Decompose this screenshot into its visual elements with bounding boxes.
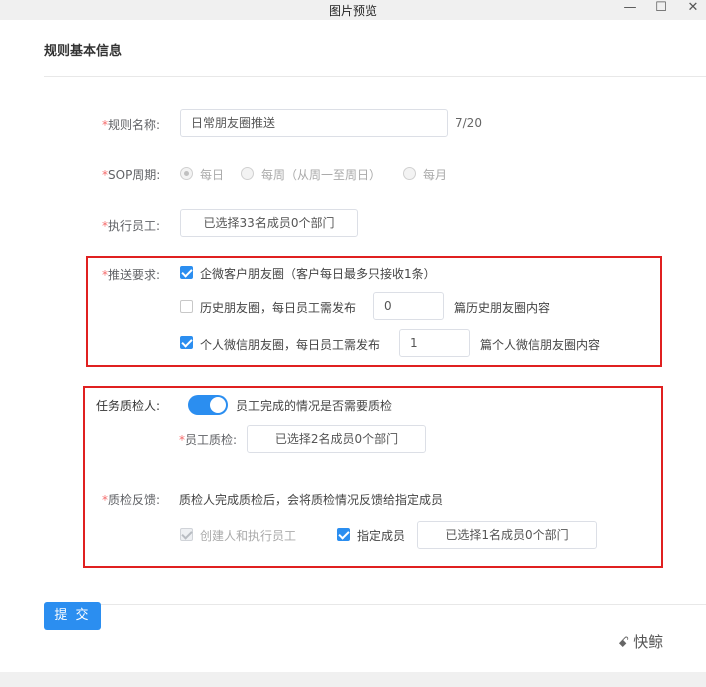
- personal-moments-suffix: 篇个人微信朋友圈内容: [480, 338, 601, 352]
- window-title: 图片预览: [328, 4, 377, 18]
- designated-member-select-button[interactable]: 已选择1名成员0个部门: [417, 521, 597, 549]
- executor-label: *执行员工:: [102, 219, 161, 233]
- push-requirement-label: *推送要求:: [102, 268, 161, 282]
- minimize-button[interactable]: —: [620, 0, 640, 17]
- history-moments-suffix: 篇历史朋友圈内容: [454, 301, 551, 315]
- executor-select-button[interactable]: 已选择33名成员0个部门: [180, 209, 358, 237]
- rule-name-input[interactable]: 日常朋友圈推送: [180, 109, 448, 137]
- rule-name-char-count: 7/20: [455, 116, 482, 130]
- section-title: 规则基本信息: [44, 44, 123, 59]
- rule-name-label: *规则名称:: [102, 118, 161, 132]
- rule-form-panel: 规则基本信息 *规则名称: 日常朋友圈推送 7/20 *SOP周期: 每日 每周…: [0, 20, 706, 672]
- qc-toggle-label: 员工完成的情况是否需要质检: [236, 399, 393, 413]
- creator-executor-checkbox[interactable]: [180, 528, 193, 541]
- staff-qc-label: *员工质检:: [179, 433, 238, 447]
- sop-weekly-label: 每周（从周一至周日）: [261, 168, 382, 182]
- title-bar: 图片预览 — ☐ ✕: [0, 0, 706, 20]
- submit-button[interactable]: 提 交: [44, 602, 101, 630]
- watermark-text: 快鲸: [633, 633, 664, 651]
- sop-monthly-label: 每月: [423, 168, 448, 182]
- staff-qc-select-button[interactable]: 已选择2名成员0个部门: [247, 425, 426, 453]
- wecom-moments-checkbox[interactable]: [180, 266, 193, 279]
- bottom-bar: [0, 672, 706, 687]
- footer-divider: [44, 604, 706, 605]
- designated-member-checkbox[interactable]: [337, 528, 350, 541]
- close-button[interactable]: ✕: [683, 0, 703, 17]
- history-moments-count-input[interactable]: 0: [373, 292, 444, 320]
- qc-feedback-label: *质检反馈:: [102, 493, 161, 507]
- history-moments-checkbox[interactable]: [180, 300, 193, 313]
- history-moments-label: 历史朋友圈，每日员工需发布: [200, 301, 357, 315]
- personal-wechat-moments-checkbox[interactable]: [180, 336, 193, 349]
- qc-person-label: 任务质检人:: [96, 399, 161, 413]
- sop-daily-label: 每日: [200, 168, 225, 182]
- wecom-moments-label: 企微客户朋友圈（客户每日最多只接收1条）: [200, 267, 436, 281]
- creator-executor-label: 创建人和执行员工: [200, 529, 297, 543]
- sop-cycle-label: *SOP周期:: [102, 168, 161, 182]
- maximize-button[interactable]: ☐: [651, 0, 671, 17]
- designated-member-label: 指定成员: [357, 529, 406, 543]
- watermark: ꗃ 快鲸: [618, 631, 663, 652]
- sop-weekly-radio[interactable]: [241, 167, 254, 180]
- personal-moments-count-input[interactable]: 1: [399, 329, 470, 357]
- qc-toggle-switch[interactable]: [188, 395, 228, 415]
- sop-monthly-radio[interactable]: [403, 167, 416, 180]
- divider: [44, 76, 706, 77]
- personal-wechat-moments-label: 个人微信朋友圈，每日员工需发布: [200, 338, 381, 352]
- sop-daily-radio[interactable]: [180, 167, 193, 180]
- speech-bubbles-icon: ꗃ: [618, 635, 630, 651]
- qc-feedback-description: 质检人完成质检后，会将质检情况反馈给指定成员: [179, 493, 444, 507]
